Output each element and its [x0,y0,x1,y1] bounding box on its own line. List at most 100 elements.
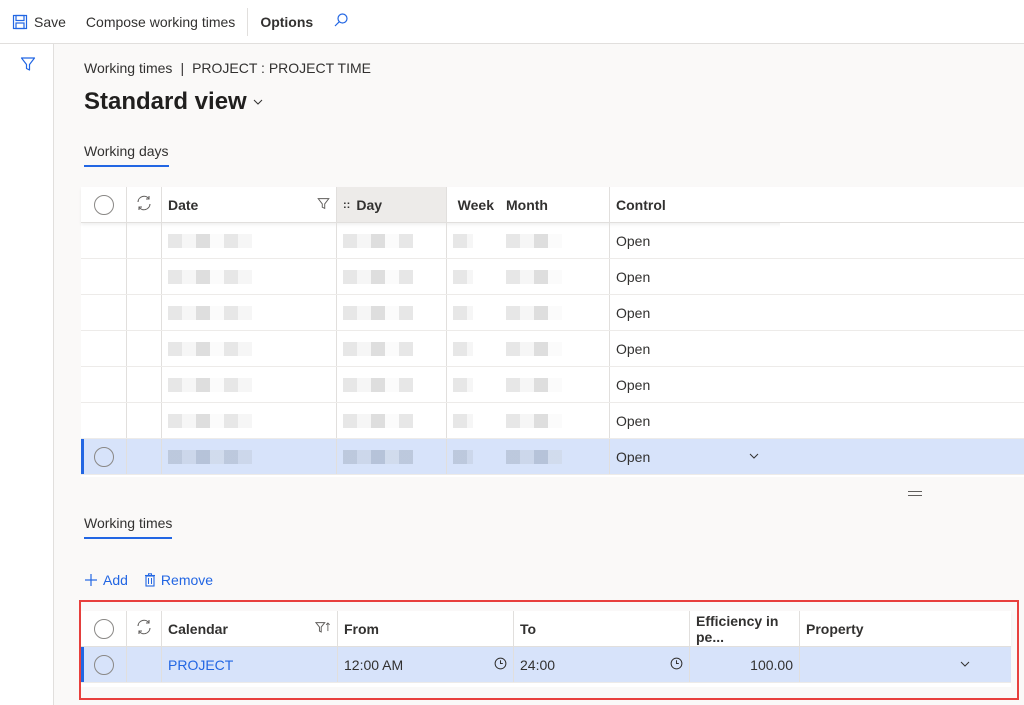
redacted-day [343,233,413,248]
week-cell[interactable] [447,223,500,258]
filter-sort-ascending-icon[interactable] [314,621,331,637]
month-cell[interactable] [500,403,610,438]
row-select-checkbox[interactable] [81,647,127,682]
refresh-button[interactable] [127,187,162,222]
month-cell[interactable] [500,295,610,330]
clock-icon[interactable] [670,657,683,673]
table-row[interactable]: Open [81,295,1024,331]
column-header-from[interactable]: From [338,611,514,646]
day-cell[interactable] [337,223,447,258]
table-row[interactable]: Open [81,403,1024,439]
column-header-to[interactable]: To [514,611,690,646]
row-select-checkbox[interactable] [81,259,127,294]
redacted-date [168,233,252,248]
clock-icon[interactable] [494,657,507,673]
control-cell[interactable]: Open [610,367,780,402]
redacted-month [506,449,562,464]
control-cell[interactable]: Open [610,295,780,330]
date-cell[interactable] [162,295,337,330]
column-header-efficiency[interactable]: Efficiency in pe... [690,611,800,646]
tab-working-times[interactable]: Working times [84,515,173,539]
table-row[interactable]: PROJECT 12:00 AM 24:00 100.00 [81,647,1011,683]
row-select-checkbox[interactable] [81,331,127,366]
month-cell[interactable] [500,367,610,402]
tab-working-days[interactable]: Working days [84,143,169,167]
filter-icon[interactable] [317,197,330,213]
table-row[interactable]: Open [81,259,1024,295]
table-row[interactable]: Open [81,439,1024,475]
property-dropdown[interactable] [800,647,1011,682]
control-cell[interactable]: Open [610,439,780,474]
date-cell[interactable] [162,367,337,402]
control-cell[interactable]: Open [610,223,780,258]
row-filler [780,223,1024,258]
day-cell[interactable] [337,439,447,474]
row-select-checkbox[interactable] [81,295,127,330]
control-cell[interactable]: Open [610,331,780,366]
options-tab[interactable]: Options [250,0,323,44]
refresh-button[interactable] [127,611,162,646]
view-selector[interactable]: Standard view [84,88,265,116]
filter-icon[interactable] [20,56,36,77]
control-cell[interactable]: Open [610,259,780,294]
chevron-down-icon[interactable] [748,449,760,465]
date-cell[interactable] [162,403,337,438]
day-cell[interactable] [337,295,447,330]
tab-underline [84,537,173,539]
column-header-calendar[interactable]: Calendar [162,611,338,646]
date-cell[interactable] [162,259,337,294]
calendar-cell[interactable]: PROJECT [162,647,338,682]
save-button[interactable]: Save [0,0,76,44]
to-time-field[interactable]: 24:00 [514,647,690,682]
select-all-checkbox[interactable] [81,187,127,222]
redacted-week [453,413,473,428]
month-cell[interactable] [500,223,610,258]
week-cell[interactable] [447,331,500,366]
row-select-checkbox[interactable] [81,367,127,402]
column-header-week[interactable]: Week [447,187,500,222]
column-header-month[interactable]: Month [500,187,610,222]
month-cell[interactable] [500,259,610,294]
add-label: Add [103,572,128,588]
from-time-value: 12:00 AM [344,656,404,673]
table-row[interactable]: Open [81,223,1024,259]
row-select-checkbox[interactable] [81,403,127,438]
search-button[interactable] [323,0,359,44]
row-select-checkbox[interactable] [81,223,127,258]
month-cell[interactable] [500,331,610,366]
week-cell[interactable] [447,295,500,330]
month-cell[interactable] [500,439,610,474]
table-row[interactable]: Open [81,331,1024,367]
column-header-control[interactable]: Control [610,187,1024,222]
week-cell[interactable] [447,259,500,294]
column-header-day[interactable]: :: Day [337,187,447,222]
add-button[interactable]: Add [84,572,128,588]
column-month-label: Month [506,196,548,213]
from-time-field[interactable]: 12:00 AM [338,647,514,682]
date-cell[interactable] [162,223,337,258]
drag-handle-icon[interactable]: :: [343,199,350,211]
efficiency-field[interactable]: 100.00 [690,647,800,682]
day-cell[interactable] [337,259,447,294]
table-row[interactable]: Open [81,367,1024,403]
compose-working-times-button[interactable]: Compose working times [76,0,245,44]
date-cell[interactable] [162,331,337,366]
date-cell[interactable] [162,439,337,474]
remove-button[interactable]: Remove [144,572,213,588]
grid-header: Calendar From To Efficiency in pe... Pro… [81,611,1011,647]
redacted-day [343,413,413,428]
column-header-property[interactable]: Property [800,611,1011,646]
row-select-checkbox[interactable] [81,439,127,474]
week-cell[interactable] [447,439,500,474]
day-cell[interactable] [337,331,447,366]
week-cell[interactable] [447,367,500,402]
column-header-date[interactable]: Date [162,187,337,222]
control-cell[interactable]: Open [610,403,780,438]
week-cell[interactable] [447,403,500,438]
splitter-handle[interactable] [908,491,922,499]
select-all-checkbox[interactable] [81,611,127,646]
day-cell[interactable] [337,367,447,402]
day-cell[interactable] [337,403,447,438]
refresh-icon [135,194,153,215]
calendar-link[interactable]: PROJECT [168,657,233,673]
